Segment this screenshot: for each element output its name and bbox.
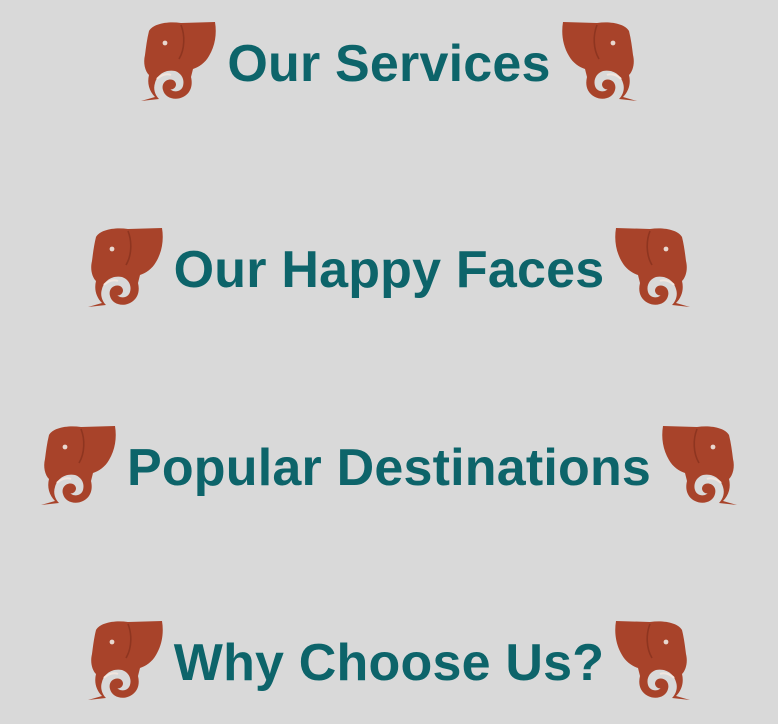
elephant-icon	[555, 19, 643, 109]
section-title: Our Services	[227, 35, 551, 93]
section-heading-row: Why Choose Us?	[0, 617, 778, 709]
section-heading-row: Popular Destinations	[0, 422, 778, 514]
section-title: Our Happy Faces	[173, 241, 605, 299]
section-title: Why Choose Us?	[173, 634, 605, 692]
elephant-icon	[608, 618, 696, 708]
section-heading-row: Our Happy Faces	[0, 224, 778, 316]
section-title: Popular Destinations	[126, 439, 652, 497]
section-heading-row: Our Services	[0, 18, 778, 110]
elephant-icon	[82, 225, 170, 315]
elephant-icon	[82, 618, 170, 708]
elephant-icon	[135, 19, 223, 109]
elephant-icon	[655, 423, 743, 513]
elephant-icon	[608, 225, 696, 315]
elephant-icon	[35, 423, 123, 513]
